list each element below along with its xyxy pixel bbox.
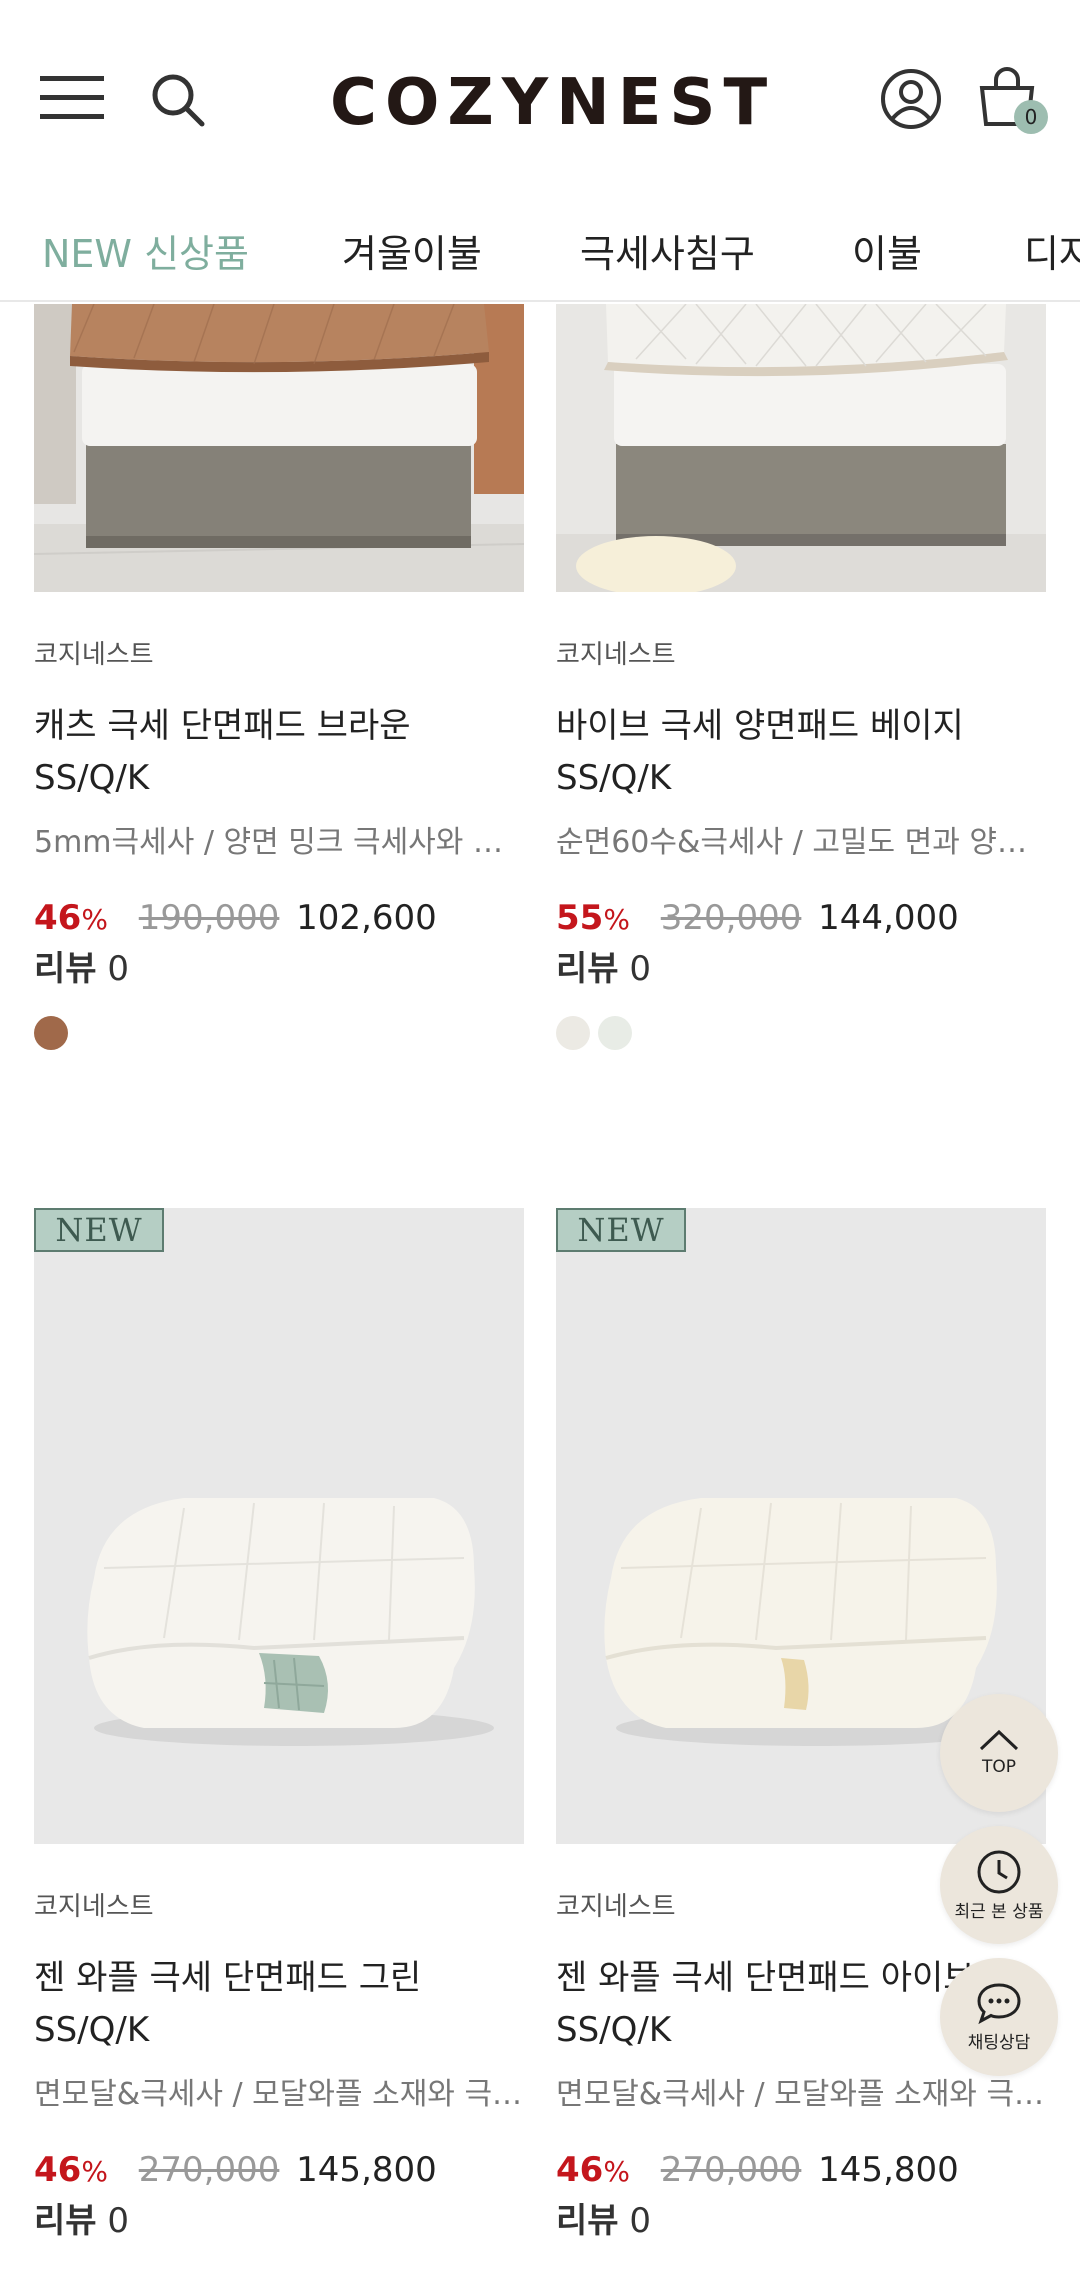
original-price: 190,000 (138, 898, 280, 938)
site-logo[interactable]: COZYNEST (330, 60, 767, 146)
product-name[interactable]: 캐츠 극세 단면패드 브라운 SS/Q/K (34, 700, 524, 804)
review-number: 0 (107, 2201, 130, 2241)
color-swatch-beige (556, 1016, 590, 1050)
original-price: 270,000 (660, 2150, 802, 2190)
color-swatch-brown (34, 1016, 68, 1050)
color-swatches (556, 1016, 1046, 1052)
tab-comforter[interactable]: 이불 (852, 224, 922, 284)
review-count: 리뷰 0 (556, 944, 1046, 994)
top-label: TOP (981, 1757, 1017, 1777)
review-label: 리뷰 (34, 949, 97, 989)
product-card[interactable]: 코지네스트 바이브 극세 양면패드 베이지 SS/Q/K 순면60수&극세사 /… (556, 304, 1046, 1052)
scroll-top-button[interactable]: TOP (940, 1694, 1058, 1812)
header: COZYNEST 0 (0, 0, 1080, 200)
clock-icon (977, 1850, 1021, 1894)
sale-price: 144,000 (818, 898, 959, 938)
product-brand: 코지네스트 (34, 640, 154, 670)
product-grid: 코지네스트 캐츠 극세 단면패드 브라운 SS/Q/K 5mm극세사 / 양면 … (0, 304, 1080, 2284)
discount-rate: 55 (556, 898, 604, 938)
product-name[interactable]: 바이브 극세 양면패드 베이지 SS/Q/K (556, 700, 1046, 804)
review-count: 리뷰 0 (556, 2196, 1046, 2246)
color-swatch-ivory (598, 1016, 632, 1050)
sale-price: 145,800 (818, 2150, 959, 2190)
new-badge: NEW (556, 1208, 686, 1252)
user-icon[interactable] (878, 66, 944, 132)
review-label: 리뷰 (556, 2201, 619, 2241)
original-price: 320,000 (660, 898, 802, 938)
menu-icon[interactable] (40, 70, 106, 126)
chat-consult-button[interactable]: 채팅상담 (940, 1958, 1058, 2076)
discount-rate: 46 (556, 2150, 604, 2190)
cart-count-badge: 0 (1014, 100, 1048, 134)
product-description: 순면60수&극세사 / 고밀도 면과 양면 극세사 (556, 825, 1046, 860)
price-row: 46% 270,000 145,800 (34, 2146, 524, 2196)
discount-percent-sign: % (603, 903, 630, 936)
chat-consult-label: 채팅상담 (967, 2033, 1031, 2053)
product-description: 면모달&극세사 / 모달와플 소재와 극세사 (556, 2077, 1046, 2112)
review-count: 리뷰 0 (34, 2196, 524, 2246)
tab-design[interactable]: 디자 (1024, 224, 1080, 284)
product-brand: 코지네스트 (556, 640, 676, 670)
product-name[interactable]: 젠 와플 극세 단면패드 그린 SS/Q/K (34, 1952, 524, 2056)
chat-bubble-icon (977, 1983, 1021, 2025)
price-row: 46% 270,000 145,800 (556, 2146, 1046, 2196)
tab-winter-comforter[interactable]: 겨울이불 (342, 224, 482, 284)
sale-price: 102,600 (296, 898, 437, 938)
product-brand: 코지네스트 (34, 1892, 154, 1922)
product-image[interactable]: NEW (34, 1208, 524, 1844)
product-description: 면모달&극세사 / 모달와플 소재와 극세사 (34, 2077, 524, 2112)
review-label: 리뷰 (556, 949, 619, 989)
discount-rate: 46 (34, 2150, 82, 2190)
product-card[interactable]: 코지네스트 캐츠 극세 단면패드 브라운 SS/Q/K 5mm극세사 / 양면 … (34, 304, 524, 1052)
tab-new[interactable]: NEW 신상품 (42, 224, 249, 284)
tab-microfiber-bedding[interactable]: 극세사침구 (580, 224, 755, 284)
review-number: 0 (629, 949, 652, 989)
color-swatches (34, 1016, 524, 1052)
price-row: 55% 320,000 144,000 (556, 894, 1046, 944)
product-description: 5mm극세사 / 양면 밍크 극세사와 패드에 충전재를 넣어 포근한 (34, 825, 524, 860)
discount-rate: 46 (34, 898, 82, 938)
review-number: 0 (107, 949, 130, 989)
search-icon[interactable] (148, 70, 208, 130)
review-count: 리뷰 0 (34, 944, 524, 994)
discount-percent-sign: % (81, 903, 108, 936)
new-badge: NEW (34, 1208, 164, 1252)
discount-percent-sign: % (81, 2155, 108, 2188)
recent-viewed-label: 최근 본 상품 (954, 1902, 1044, 1922)
product-image[interactable] (556, 304, 1046, 592)
sale-price: 145,800 (296, 2150, 437, 2190)
review-number: 0 (629, 2201, 652, 2241)
review-label: 리뷰 (34, 2201, 97, 2241)
chevron-up-icon (979, 1729, 1019, 1751)
product-card[interactable]: NEW 코지네스트 젠 와플 극세 단면패드 그린 SS/Q/K 면모달&극세사… (34, 1208, 524, 2246)
product-image[interactable] (34, 304, 524, 592)
original-price: 270,000 (138, 2150, 280, 2190)
category-nav: NEW 신상품 겨울이불 극세사침구 이불 디자 (0, 210, 1080, 302)
recent-viewed-button[interactable]: 최근 본 상품 (940, 1826, 1058, 1944)
price-row: 46% 190,000 102,600 (34, 894, 524, 944)
discount-percent-sign: % (603, 2155, 630, 2188)
